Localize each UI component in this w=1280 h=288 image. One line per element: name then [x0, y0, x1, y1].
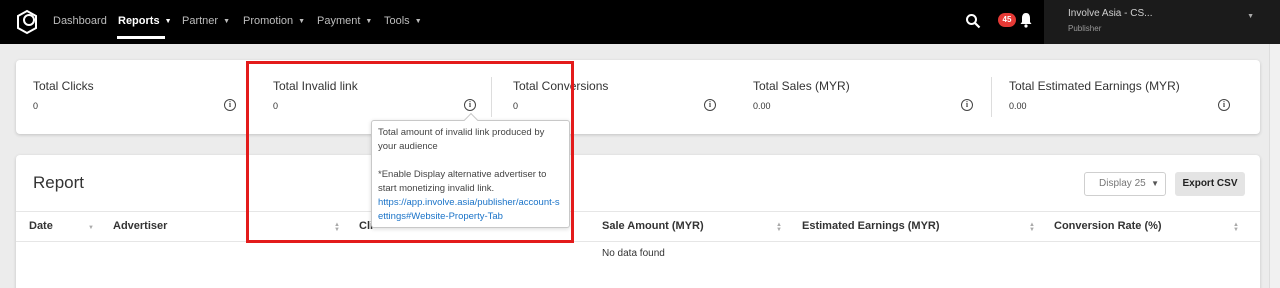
stat-total-sales: Total Sales (MYR) 0.00 i: [736, 60, 976, 134]
export-csv-button[interactable]: Export CSV: [1175, 172, 1245, 196]
empty-state-text: No data found: [602, 248, 665, 259]
stat-label: Total Clicks: [33, 79, 94, 93]
stat-divider: [491, 77, 492, 117]
chevron-down-icon: ▼: [164, 18, 172, 25]
display-count-select[interactable]: Display 25 ▼: [1084, 172, 1166, 196]
stat-value: 0: [513, 101, 519, 111]
stat-value: 0.00: [753, 101, 771, 111]
column-advertiser[interactable]: Advertiser: [113, 220, 167, 232]
info-icon[interactable]: i: [224, 99, 236, 111]
stat-value: 0.00: [1009, 101, 1027, 111]
notification-count-badge[interactable]: 45: [998, 13, 1016, 27]
nav-partner[interactable]: Partner ▼: [182, 15, 230, 27]
chevron-down-icon: ▼: [414, 18, 422, 25]
chevron-down-icon: ▼: [223, 18, 231, 25]
active-nav-indicator: [117, 36, 165, 39]
report-title: Report: [33, 173, 85, 192]
report-card: Report Display 25 ▼ Export CSV Date ▼ Ad…: [16, 155, 1260, 288]
tooltip-description: Total amount of invalid link produced by…: [378, 127, 545, 152]
stat-label: Total Estimated Earnings (MYR): [1009, 79, 1180, 93]
stat-label: Total Invalid link: [273, 79, 358, 93]
nav-reports[interactable]: Reports ▼: [118, 15, 172, 27]
column-conversion-rate[interactable]: Conversion Rate (%): [1054, 220, 1162, 232]
account-role: Publisher: [1068, 24, 1102, 33]
stat-total-estimated-earnings: Total Estimated Earnings (MYR) 0.00 i: [992, 60, 1242, 134]
chevron-down-icon: ▼: [365, 18, 373, 25]
nav-tools-label: Tools: [384, 15, 410, 27]
bell-icon[interactable]: [1019, 12, 1033, 28]
sort-icon[interactable]: ▲ ▼: [1029, 222, 1035, 233]
invalid-link-tooltip: Total amount of invalid link produced by…: [371, 112, 570, 228]
nav-payment-label: Payment: [317, 15, 361, 27]
sort-desc-icon[interactable]: ▼: [88, 225, 94, 231]
info-icon[interactable]: i: [464, 99, 476, 111]
column-sale-amount[interactable]: Sale Amount (MYR): [602, 220, 704, 232]
nav-dashboard-label: Dashboard: [53, 15, 107, 27]
stat-label: Total Sales (MYR): [753, 79, 850, 93]
chevron-down-icon: ▼: [298, 18, 306, 25]
nav-reports-label: Reports: [118, 15, 160, 27]
involve-logo-icon[interactable]: [14, 9, 40, 35]
top-navbar: Dashboard Reports ▼ Partner ▼ Promotion ▼ P…: [0, 0, 1280, 44]
report-table-header: Date ▼ Advertiser ▲ ▼ Cli Sale Amount (MY…: [16, 211, 1260, 242]
tooltip-note: *Enable Display alternative advertiser t…: [378, 169, 547, 194]
nav-promotion[interactable]: Promotion ▼: [243, 15, 305, 27]
stat-value: 0: [273, 101, 279, 111]
nav-promotion-label: Promotion: [243, 15, 294, 27]
nav-tools[interactable]: Tools ▼: [384, 15, 422, 27]
info-icon[interactable]: i: [1218, 99, 1230, 111]
stat-total-clicks: Total Clicks 0 i: [16, 60, 246, 134]
display-count-value: Display 25: [1099, 178, 1146, 189]
account-menu[interactable]: Involve Asia - CS... Publisher ▼: [1044, 0, 1280, 44]
stats-card: Total Clicks 0 i Total Invalid link 0 i …: [16, 60, 1260, 134]
sort-icon[interactable]: ▲ ▼: [776, 222, 782, 233]
sort-icon[interactable]: ▲ ▼: [1233, 222, 1239, 233]
info-icon[interactable]: i: [704, 99, 716, 111]
account-settings-link[interactable]: https://app.involve.asia/publisher/accou…: [378, 197, 560, 222]
chevron-down-icon: ▼: [1151, 179, 1159, 188]
search-icon[interactable]: [965, 13, 981, 29]
stat-label: Total Conversions: [513, 79, 609, 93]
chevron-down-icon: ▼: [1247, 13, 1254, 20]
stat-value: 0: [33, 101, 39, 111]
nav-dashboard[interactable]: Dashboard: [53, 15, 107, 27]
sort-icon[interactable]: ▲ ▼: [334, 222, 340, 233]
nav-payment[interactable]: Payment ▼: [317, 15, 372, 27]
page-scrollbar[interactable]: [1269, 44, 1280, 288]
info-icon[interactable]: i: [961, 99, 973, 111]
nav-partner-label: Partner: [182, 15, 219, 27]
column-date[interactable]: Date: [29, 220, 53, 232]
account-name: Involve Asia - CS...: [1068, 8, 1153, 19]
column-estimated-earnings[interactable]: Estimated Earnings (MYR): [802, 220, 940, 232]
